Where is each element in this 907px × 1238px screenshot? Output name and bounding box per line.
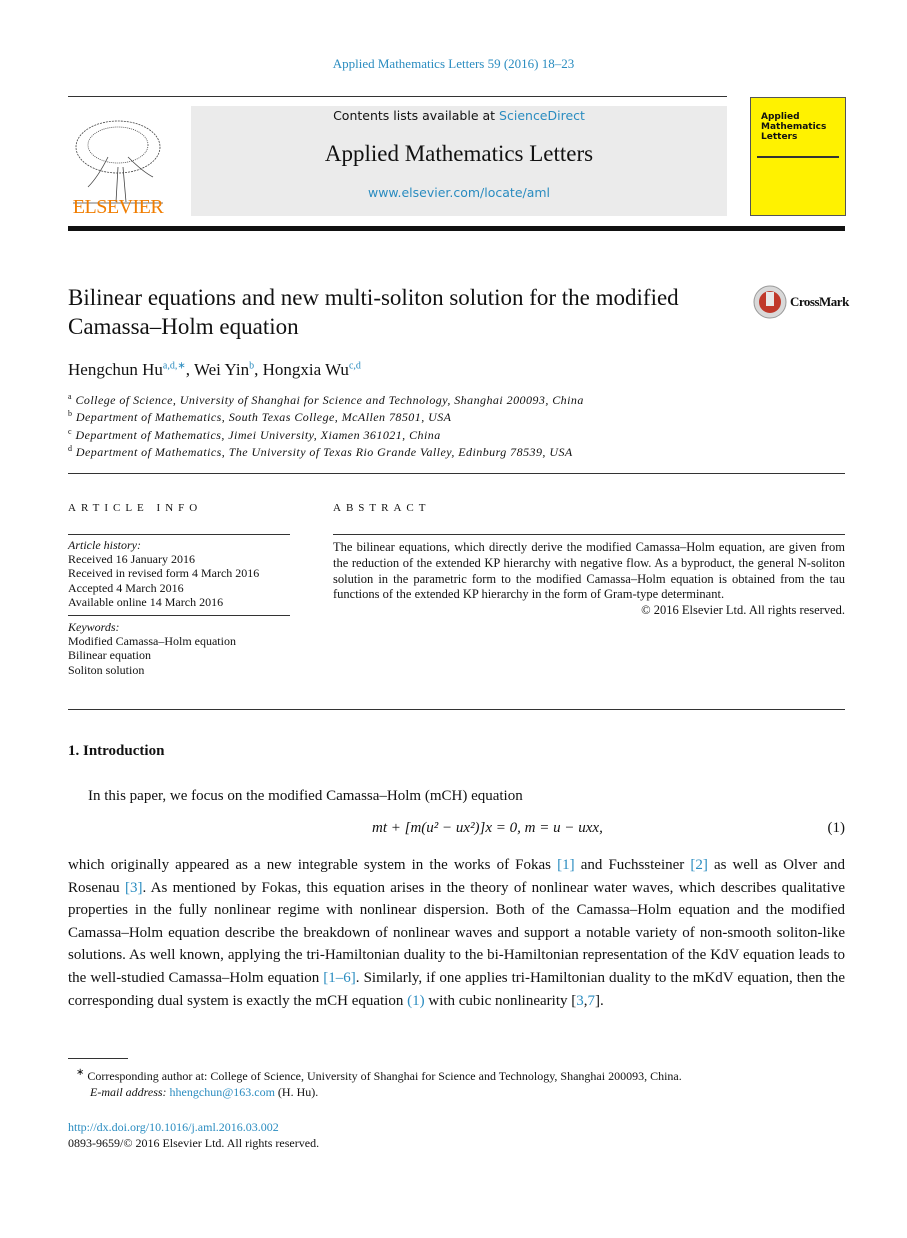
email-label: E-mail address: — [90, 1085, 170, 1099]
journal-citation[interactable]: Applied Mathematics Letters 59 (2016) 18… — [0, 56, 907, 72]
author-name: Hongxia Wu — [262, 360, 349, 379]
contents-label: Contents lists available at — [333, 108, 500, 123]
history-label: Article history: — [68, 538, 141, 552]
author-affiliation-link[interactable]: a,d,∗ — [163, 360, 186, 371]
email-link[interactable]: hhengchun@163.com — [170, 1085, 275, 1099]
abstract: The bilinear equations, which directly d… — [333, 540, 845, 619]
affiliation: d Department of Mathematics, The Univers… — [68, 444, 573, 460]
text: with cubic nonlinearity [ — [424, 992, 577, 1009]
text: ]. — [595, 992, 604, 1009]
affiliation-text: Department of Mathematics, The Universit… — [75, 445, 573, 459]
article-info-heading: ARTICLE INFO — [68, 502, 203, 514]
history-item: Available online 14 March 2016 — [68, 594, 224, 609]
abstract-text: The bilinear equations, which directly d… — [333, 540, 845, 602]
keyword: Modified Camassa–Holm equation — [68, 634, 236, 649]
crossmark-button[interactable]: CrossMark — [752, 284, 849, 320]
crossmark-icon — [753, 285, 787, 319]
equation-link[interactable]: (1) — [407, 993, 425, 1009]
abstract-heading: ABSTRACT — [333, 502, 431, 514]
email-suffix: (H. Hu). — [274, 1085, 319, 1099]
citation-link[interactable]: [3] — [125, 880, 143, 896]
elsevier-wordmark: ELSEVIER — [72, 196, 164, 218]
citation-link[interactable]: 7 — [588, 993, 596, 1009]
divider — [68, 615, 290, 617]
paragraph: In this paper, we focus on the modified … — [88, 788, 523, 804]
section-heading: 1. Introduction — [68, 743, 165, 759]
history-item: Received 16 January 2016 — [68, 552, 195, 567]
doi-block: http://dx.doi.org/10.1016/j.aml.2016.03.… — [68, 1119, 319, 1151]
equation-number: (1) — [827, 820, 846, 836]
equation-text: mt + [m(u² − ux²)]x = 0, m = u − uxx, — [372, 820, 603, 836]
footnote: ∗ Corresponding author at: College of Sc… — [68, 1065, 845, 1100]
author-affiliation-link[interactable]: b — [249, 360, 254, 371]
divider — [68, 709, 845, 710]
author-list: Hengchun Hua,d,∗, Wei Yinb, Hongxia Wuc,… — [68, 360, 361, 379]
keyword: Bilinear equation — [68, 648, 151, 663]
journal-name: Applied Mathematics Letters — [324, 141, 594, 166]
affiliation-key: a — [68, 392, 73, 401]
keyword: Soliton solution — [68, 662, 145, 677]
text: and Fuchssteiner — [574, 857, 691, 873]
footnote-text: Corresponding author at: College of Scie… — [87, 1069, 682, 1083]
citation-link[interactable]: [2] — [690, 857, 708, 873]
article-title: Bilinear equations and new multi-soliton… — [68, 285, 679, 339]
footnote-divider — [68, 1058, 128, 1059]
footnote-mark: ∗ — [76, 1067, 85, 1078]
article-info: Article history: Received 16 January 201… — [68, 538, 290, 677]
affiliation-text: Department of Mathematics, Jimei Univers… — [75, 428, 441, 442]
citation-link[interactable]: [1] — [557, 857, 575, 873]
affiliation-key: b — [68, 409, 73, 418]
divider — [68, 473, 845, 474]
divider — [68, 534, 290, 535]
history-item: Received in revised form 4 March 2016 — [68, 566, 260, 581]
affiliation-text: College of Science, University of Shangh… — [75, 393, 584, 407]
affiliation-key: d — [68, 444, 73, 453]
copyright: © 2016 Elsevier Ltd. All rights reserved… — [641, 603, 845, 618]
journal-banner: Contents lists available at ScienceDirec… — [191, 106, 727, 216]
sciencedirect-link[interactable]: ScienceDirect — [499, 108, 585, 123]
text: which originally appeared as a new integ… — [68, 857, 558, 873]
divider — [68, 96, 727, 97]
header-divider — [68, 226, 845, 231]
affiliation: b Department of Mathematics, South Texas… — [68, 409, 451, 425]
affiliation-text: Department of Mathematics, South Texas C… — [75, 410, 452, 424]
divider — [333, 534, 845, 535]
citation-link[interactable]: [1–6] — [323, 970, 356, 986]
author-affiliation-link[interactable]: c,d — [349, 360, 361, 371]
affiliation-key: c — [68, 427, 73, 436]
affiliation: a College of Science, University of Shan… — [68, 392, 584, 408]
citation-link[interactable]: 3 — [576, 993, 584, 1009]
crossmark-label: CrossMark — [790, 294, 849, 309]
journal-cover: Applied Mathematics Letters — [750, 97, 846, 216]
journal-url-link[interactable]: www.elsevier.com/locate/aml — [191, 185, 727, 200]
cover-title: Applied Mathematics Letters — [761, 112, 827, 142]
doi-link[interactable]: http://dx.doi.org/10.1016/j.aml.2016.03.… — [68, 1119, 319, 1135]
rights: 0893-9659/© 2016 Elsevier Ltd. All right… — [68, 1136, 320, 1150]
author-name: Hengchun Hu — [68, 360, 163, 379]
paragraph: which originally appeared as a new integ… — [68, 854, 845, 1012]
author-name: Wei Yin — [193, 360, 250, 379]
keywords-label: Keywords: — [68, 620, 120, 635]
history-item: Accepted 4 March 2016 — [68, 580, 184, 595]
affiliation: c Department of Mathematics, Jimei Unive… — [68, 427, 441, 443]
